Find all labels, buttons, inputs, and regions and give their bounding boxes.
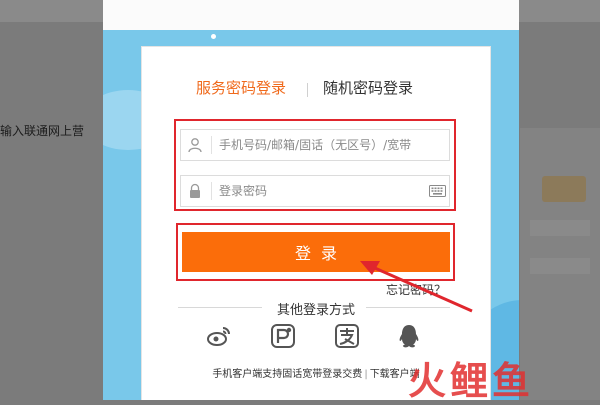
background-block	[530, 258, 590, 274]
account-input[interactable]	[219, 134, 439, 156]
modal-header	[103, 0, 519, 30]
tab-random-password[interactable]: 随机密码登录	[323, 77, 413, 98]
login-tabs: 服务密码登录 随机密码登录	[142, 77, 490, 101]
field-divider	[211, 182, 212, 200]
password-field[interactable]	[180, 175, 450, 207]
tab-service-password[interactable]: 服务密码登录	[196, 77, 286, 98]
lock-icon	[190, 183, 200, 198]
background-block	[542, 176, 586, 202]
password-input[interactable]	[219, 180, 439, 202]
login-card: 服务密码登录 随机密码登录 手机号码/邮箱/固话（无区号）/宽带 登录 忘记密码…	[141, 46, 491, 400]
client-support-link[interactable]: 手机客户端支持固话宽带登录交费	[212, 369, 362, 380]
user-icon	[188, 138, 202, 153]
account-field[interactable]	[180, 129, 450, 161]
wo-pay-icon[interactable]	[270, 323, 296, 349]
field-divider	[211, 136, 212, 154]
keyboard-icon[interactable]	[429, 185, 446, 197]
decoration-dot	[211, 34, 216, 39]
other-login-title: 其他登录方式	[276, 303, 355, 318]
weibo-icon[interactable]	[206, 323, 232, 349]
watermark: 火鲤鱼	[408, 359, 535, 403]
background-block	[530, 220, 590, 236]
forgot-password-link[interactable]: 忘记密码？	[386, 281, 446, 298]
login-modal: 服务密码登录 随机密码登录 手机号码/邮箱/固话（无区号）/宽带 登录 忘记密码…	[103, 0, 519, 400]
alipay-icon[interactable]	[334, 323, 360, 349]
divider-line	[366, 307, 450, 308]
login-button[interactable]: 登录	[182, 232, 450, 272]
background-partial-text: 输入联通网上营	[0, 124, 85, 138]
qq-icon[interactable]	[396, 323, 422, 349]
tab-divider	[307, 83, 308, 97]
footer-separator: |	[364, 369, 368, 380]
